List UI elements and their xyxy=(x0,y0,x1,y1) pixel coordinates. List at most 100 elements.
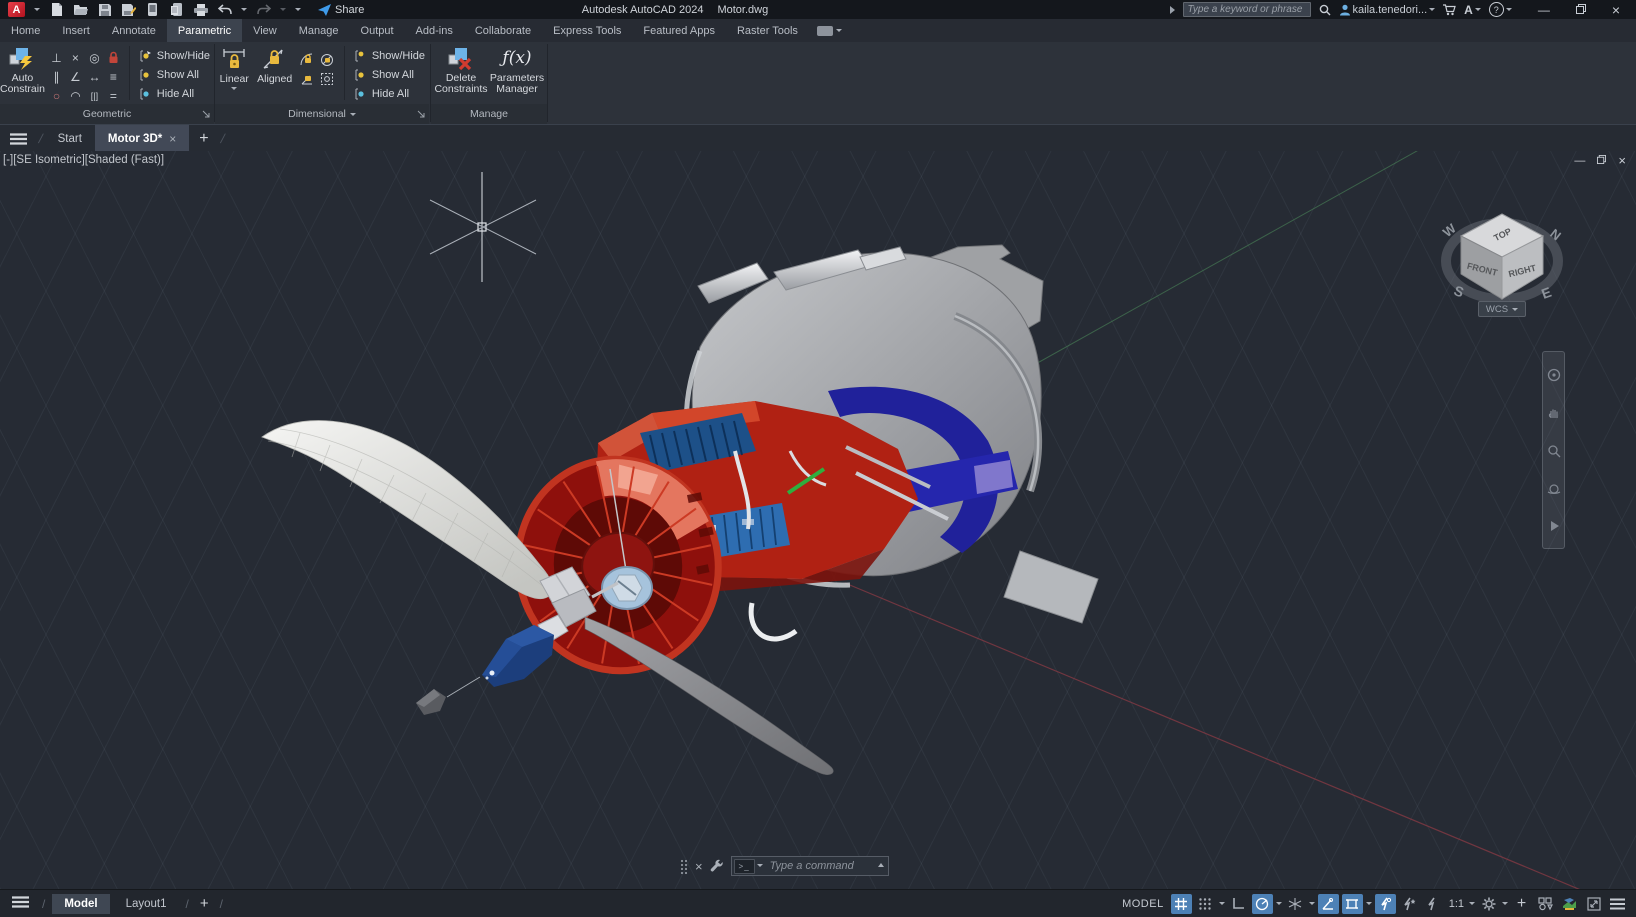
snap-mode-button[interactable] xyxy=(1195,894,1216,914)
search-button[interactable] xyxy=(1319,4,1331,16)
share-button[interactable]: Share xyxy=(318,3,364,16)
motor-3d-model[interactable] xyxy=(261,244,1099,775)
navigation-wheel-icon[interactable] xyxy=(1547,368,1561,382)
dimensional-launcher-icon[interactable] xyxy=(417,110,425,120)
file-tab-start[interactable]: Start xyxy=(45,125,95,152)
tab-view[interactable]: View xyxy=(242,19,288,42)
account-button[interactable]: kaila.tenedori... xyxy=(1339,4,1436,16)
model-space-button[interactable]: MODEL xyxy=(1122,898,1164,910)
tab-raster-tools[interactable]: Raster Tools xyxy=(726,19,809,42)
undo-caret-icon[interactable] xyxy=(241,8,247,11)
auto-constrain-button[interactable]: Auto Constrain xyxy=(0,42,45,95)
isodraft-caret-icon[interactable] xyxy=(1308,902,1315,905)
new-drawing-tab-button[interactable]: + xyxy=(189,125,218,152)
graphics-performance-button[interactable] xyxy=(1559,894,1580,914)
pan-hand-icon[interactable] xyxy=(1547,406,1561,420)
linear-dimension-button[interactable]: Linear xyxy=(215,42,254,90)
window-minimize-button[interactable]: — xyxy=(1538,3,1550,17)
fix-constraint-icon[interactable] xyxy=(104,48,123,67)
batch-plot-button[interactable] xyxy=(169,2,184,17)
manage-panel-title[interactable]: Manage xyxy=(431,104,547,124)
print-button[interactable] xyxy=(193,2,208,17)
window-restore-button[interactable] xyxy=(1575,3,1586,17)
viewport-restore-button[interactable] xyxy=(1597,154,1607,167)
app-store-button[interactable] xyxy=(1443,3,1456,16)
command-close-button[interactable]: × xyxy=(695,859,703,874)
plot-button[interactable] xyxy=(145,2,160,17)
new-layout-button[interactable]: + xyxy=(196,895,213,912)
customize-wrench-icon[interactable] xyxy=(710,859,724,873)
dimensional-show-all-button[interactable]: Show All xyxy=(349,66,429,84)
autocad-logo-icon[interactable]: A xyxy=(8,2,25,17)
ribbon-overflow-button[interactable] xyxy=(816,19,842,42)
drawing-area[interactable]: [-][SE Isometric][Shaded (Fast)] — × W N… xyxy=(0,151,1636,889)
model-tab[interactable]: Model xyxy=(52,893,110,914)
layout-menu-button[interactable] xyxy=(6,896,35,911)
workspace-switching-button[interactable] xyxy=(1478,894,1499,914)
undo-button[interactable] xyxy=(217,2,232,17)
parameters-manager-button[interactable]: ƒ(x) Parameters Manager xyxy=(490,42,544,95)
isometric-drafting-button[interactable] xyxy=(1285,894,1306,914)
viewport-minimize-button[interactable]: — xyxy=(1574,155,1585,167)
tab-collaborate[interactable]: Collaborate xyxy=(464,19,542,42)
horizontal-constraint-icon[interactable]: ↔ xyxy=(85,67,104,86)
search-expand-icon[interactable] xyxy=(1169,5,1175,14)
geometric-show-hide-button[interactable]: Show/Hide xyxy=(134,47,214,65)
redo-button[interactable] xyxy=(256,2,271,17)
open-folder-button[interactable] xyxy=(73,2,88,17)
tab-featured-apps[interactable]: Featured Apps xyxy=(632,19,726,42)
help-button[interactable]: ? xyxy=(1488,2,1512,17)
file-tab-motor3d[interactable]: Motor 3D* × xyxy=(94,125,190,152)
tab-parametric[interactable]: Parametric xyxy=(166,19,243,42)
tab-annotate[interactable]: Annotate xyxy=(101,19,167,42)
geometric-panel-title[interactable]: Geometric xyxy=(0,104,214,124)
annotation-scale-button[interactable] xyxy=(1423,894,1444,914)
tab-output[interactable]: Output xyxy=(350,19,405,42)
status-plus-button[interactable]: + xyxy=(1511,894,1532,914)
object-snap-button[interactable] xyxy=(1341,893,1363,914)
perpendicular-constraint-icon[interactable]: ⊥ xyxy=(47,48,66,67)
save-as-button[interactable] xyxy=(121,2,136,17)
concentric-constraint-icon[interactable]: ◎ xyxy=(85,48,104,67)
radius-constraint-icon[interactable] xyxy=(298,69,318,88)
geometric-hide-all-button[interactable]: Hide All xyxy=(134,85,214,103)
ortho-mode-button[interactable] xyxy=(1228,894,1249,914)
annotation-visibility-button[interactable] xyxy=(1374,893,1396,914)
polar-tracking-button[interactable] xyxy=(1251,893,1273,914)
close-tab-icon[interactable]: × xyxy=(169,132,176,146)
dimensional-show-hide-button[interactable]: Show/Hide xyxy=(349,47,429,65)
symmetric-constraint-icon[interactable]: [|] xyxy=(85,86,104,105)
diameter-constraint-icon[interactable] xyxy=(318,50,338,69)
annotation-autoscale-button[interactable] xyxy=(1399,894,1420,914)
tangent-constraint-icon[interactable]: × xyxy=(66,48,85,67)
tab-insert[interactable]: Insert xyxy=(51,19,101,42)
viewport-controls-label[interactable]: [-][SE Isometric][Shaded (Fast)] xyxy=(3,154,164,166)
zoom-icon[interactable] xyxy=(1547,444,1561,458)
isolate-objects-button[interactable] xyxy=(1535,894,1556,914)
workspace-caret-icon[interactable] xyxy=(1502,902,1508,905)
tab-express-tools[interactable]: Express Tools xyxy=(542,19,632,42)
tab-manage[interactable]: Manage xyxy=(288,19,350,42)
redo-caret-icon[interactable] xyxy=(280,8,286,11)
command-prompt-icon[interactable]: >_ xyxy=(733,859,755,874)
geometric-show-all-button[interactable]: Show All xyxy=(134,66,214,84)
search-input[interactable] xyxy=(1182,2,1311,17)
collinear-constraint-icon[interactable]: ≡ xyxy=(104,67,123,86)
file-tabs-menu-button[interactable] xyxy=(0,125,37,152)
command-grip-icon[interactable] xyxy=(680,859,688,874)
aligned-dimension-button[interactable]: Aligned xyxy=(254,42,296,85)
geometric-launcher-icon[interactable] xyxy=(202,110,210,120)
snap-caret-icon[interactable] xyxy=(1218,902,1225,905)
annotation-scale-value[interactable]: 1:1 xyxy=(1447,898,1466,910)
parallel-constraint-icon[interactable]: ∥ xyxy=(47,67,66,86)
showmotion-icon[interactable] xyxy=(1548,520,1560,532)
polar-caret-icon[interactable] xyxy=(1275,902,1282,905)
layout1-tab[interactable]: Layout1 xyxy=(114,894,179,914)
smooth-constraint-icon[interactable]: ∠ xyxy=(66,67,85,86)
grid-display-button[interactable] xyxy=(1170,893,1192,914)
qat-customize-caret-icon[interactable] xyxy=(295,8,301,11)
customization-button[interactable] xyxy=(1607,894,1628,914)
save-button[interactable] xyxy=(97,2,112,17)
command-history-caret-icon[interactable] xyxy=(877,863,884,867)
angular-constraint-icon[interactable] xyxy=(298,50,318,69)
